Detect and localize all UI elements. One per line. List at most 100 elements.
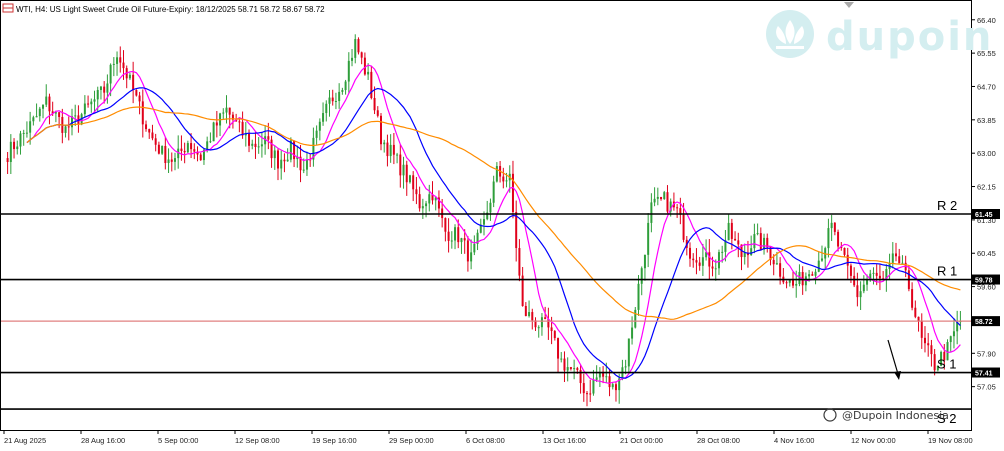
candle-body — [103, 86, 106, 93]
candle-body — [650, 202, 653, 223]
candle-body — [302, 169, 305, 171]
candle-body — [949, 336, 952, 343]
candle-body — [305, 159, 308, 170]
candle-body — [862, 284, 865, 292]
candle-body — [376, 110, 379, 116]
candle-body — [167, 159, 170, 164]
chart-header: WTI, H4: US Light Sweet Crude Oil Future… — [16, 5, 325, 14]
candle-body — [563, 358, 566, 371]
candle-body — [701, 257, 704, 266]
candle-body — [405, 164, 408, 183]
candle-body — [833, 222, 836, 232]
candle-body — [727, 222, 730, 241]
candle-body — [772, 259, 775, 265]
candle-body — [25, 132, 28, 134]
candle-body — [734, 238, 737, 241]
candle-body — [505, 180, 508, 182]
candle-body — [260, 144, 263, 147]
candle-body — [151, 132, 154, 139]
candle-body — [112, 63, 115, 65]
candle-body — [820, 258, 823, 261]
candle-body — [386, 142, 389, 157]
candle-body — [145, 124, 148, 130]
candle-body — [99, 86, 102, 90]
candle-body — [566, 367, 569, 371]
candle-body — [270, 139, 273, 159]
y-tick-label: 65.55 — [977, 49, 996, 58]
candle-body — [119, 57, 122, 63]
candle-body — [750, 248, 753, 256]
candle-body — [173, 158, 176, 162]
candle-body — [811, 274, 814, 276]
candle-body — [721, 251, 724, 253]
candle-body — [788, 280, 791, 283]
candle-body — [154, 138, 157, 145]
candle-body — [492, 181, 495, 203]
candle-body — [952, 331, 955, 337]
candle-body — [254, 143, 257, 147]
candle-body — [682, 214, 685, 240]
candle-body — [531, 312, 534, 321]
candle-body — [209, 141, 212, 143]
candle-body — [392, 144, 395, 155]
candle-body — [457, 227, 460, 243]
candle-body — [631, 327, 634, 339]
candle-body — [634, 309, 637, 328]
candle-body — [138, 95, 141, 102]
candle-body — [640, 268, 643, 284]
candle-body — [67, 126, 70, 128]
candle-body — [895, 253, 898, 257]
x-tick-label: 13 Oct 16:00 — [543, 436, 586, 445]
candle-body — [19, 133, 22, 147]
candle-body — [132, 74, 135, 91]
candle-body — [450, 240, 453, 242]
candle-body — [878, 275, 881, 279]
candle-body — [280, 159, 283, 169]
watermark-handle-text: @Dupoin Indonesia — [842, 409, 949, 422]
candle-body — [714, 268, 717, 270]
candle-body — [351, 57, 354, 61]
candle-body — [470, 252, 473, 262]
x-tick-label: 12 Sep 08:00 — [235, 436, 280, 445]
x-tick-label: 28 Oct 08:00 — [697, 436, 740, 445]
candle-body — [354, 39, 357, 58]
candle-body — [16, 146, 19, 150]
candle-body — [557, 338, 560, 359]
candle-body — [923, 337, 926, 344]
candle-body — [90, 101, 93, 105]
candle-body — [357, 39, 360, 53]
candle-body — [911, 289, 914, 308]
candle-body — [64, 126, 67, 133]
candle-body — [914, 307, 917, 317]
candle-body — [872, 272, 875, 274]
candle-body — [45, 96, 48, 105]
lotus-logo-icon — [766, 10, 814, 58]
candle-body — [817, 260, 820, 272]
candle-body — [109, 64, 112, 84]
candle-body — [846, 254, 849, 266]
candle-body — [466, 240, 469, 262]
candle-body — [96, 89, 99, 100]
candle-body — [157, 144, 160, 154]
candle-body — [637, 283, 640, 310]
candle-body — [370, 71, 373, 99]
candle-body — [537, 327, 540, 329]
candle-body — [605, 376, 608, 378]
candle-body — [595, 377, 598, 380]
candle-body — [318, 121, 321, 131]
candle-body — [322, 113, 325, 122]
candle-body — [106, 83, 109, 93]
sr-level-tag-text: 61.45 — [975, 212, 993, 219]
candle-body — [425, 203, 428, 207]
candle-body — [38, 108, 41, 117]
y-tick-label: 64.70 — [977, 82, 996, 91]
candle-body — [360, 52, 363, 58]
x-tick-label: 12 Nov 00:00 — [851, 436, 896, 445]
candle-body — [573, 368, 576, 370]
candle-body — [660, 196, 663, 200]
candle-body — [412, 175, 415, 190]
candle-body — [444, 218, 447, 232]
candle-body — [689, 247, 692, 259]
candle-body — [283, 159, 286, 162]
candle-body — [917, 316, 920, 322]
